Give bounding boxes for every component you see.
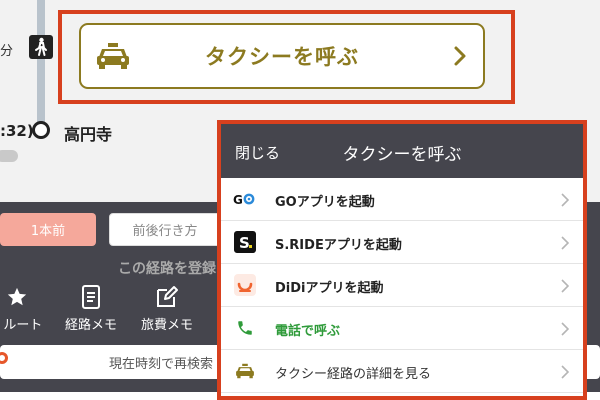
memo-icon <box>56 284 126 310</box>
chevron-right-icon <box>561 321 570 340</box>
go-app-icon: G <box>233 188 257 210</box>
popup-header: 閉じる タクシーを呼ぶ <box>221 124 583 178</box>
station-name[interactable]: 高円寺 <box>64 121 112 145</box>
launch-go-app-item[interactable]: G GOアプリを起動 <box>221 178 583 221</box>
menu-item-label: 電話で呼ぶ <box>275 324 341 339</box>
chevron-right-icon <box>561 235 570 254</box>
sride-app-icon: S <box>233 231 257 253</box>
menu-item-label: GOアプリを起動 <box>275 195 375 210</box>
svg-text:S: S <box>239 234 250 252</box>
launch-didi-app-item[interactable]: DiDiアプリを起動 <box>221 264 583 307</box>
station-marker <box>32 121 50 139</box>
chevron-right-icon <box>561 278 570 297</box>
chevron-right-icon <box>453 44 467 72</box>
launch-sride-app-item[interactable]: S S.RIDEアプリを起動 <box>221 221 583 264</box>
menu-item-label: タクシー経路の詳細を見る <box>275 367 432 382</box>
register-route-label: この経路を登録 <box>118 261 216 277</box>
call-by-phone-item[interactable]: 電話で呼ぶ <box>221 307 583 350</box>
popup-title: タクシーを呼ぶ <box>342 145 462 165</box>
route-line <box>37 0 45 122</box>
call-taxi-button[interactable]: タクシーを呼ぶ <box>79 23 485 89</box>
walk-duration: 分 <box>0 44 14 59</box>
edit-icon <box>132 284 202 310</box>
chevron-right-icon <box>561 192 570 211</box>
taxi-options-popup: 閉じる タクシーを呼ぶ G GOアプリを起動 S S.RIDEアプリを起動 Di… <box>217 120 587 400</box>
action-label: y ルート <box>0 318 43 333</box>
phone-icon <box>233 317 257 339</box>
cloud-icon <box>0 150 18 162</box>
action-label: 旅費メモ <box>140 318 193 333</box>
star-icon <box>0 284 52 310</box>
svg-text:G: G <box>233 193 243 206</box>
arrival-time: :32) <box>0 122 34 140</box>
route-memo-button[interactable]: 経路メモ <box>56 284 126 333</box>
call-taxi-label: タクシーを呼ぶ <box>205 45 359 69</box>
walk-icon <box>29 35 53 59</box>
taxi-icon <box>95 42 131 74</box>
chevron-right-icon <box>561 364 570 383</box>
my-route-button[interactable]: y ルート <box>0 284 52 333</box>
menu-item-label: S.RIDEアプリを起動 <box>275 238 402 253</box>
research-now-label: 現在時刻で再検索 <box>109 357 214 372</box>
action-label: 経路メモ <box>64 318 117 333</box>
taxi-route-details-item[interactable]: タクシー経路の詳細を見る <box>221 350 583 393</box>
travel-expense-memo-button[interactable]: 旅費メモ <box>132 284 202 333</box>
around-route-button[interactable]: 前後行き方 <box>109 213 221 246</box>
menu-item-label: DiDiアプリを起動 <box>275 281 384 296</box>
didi-app-icon <box>233 274 257 296</box>
previous-train-button[interactable]: 1本前 <box>0 213 96 246</box>
taxi-icon <box>233 360 257 382</box>
